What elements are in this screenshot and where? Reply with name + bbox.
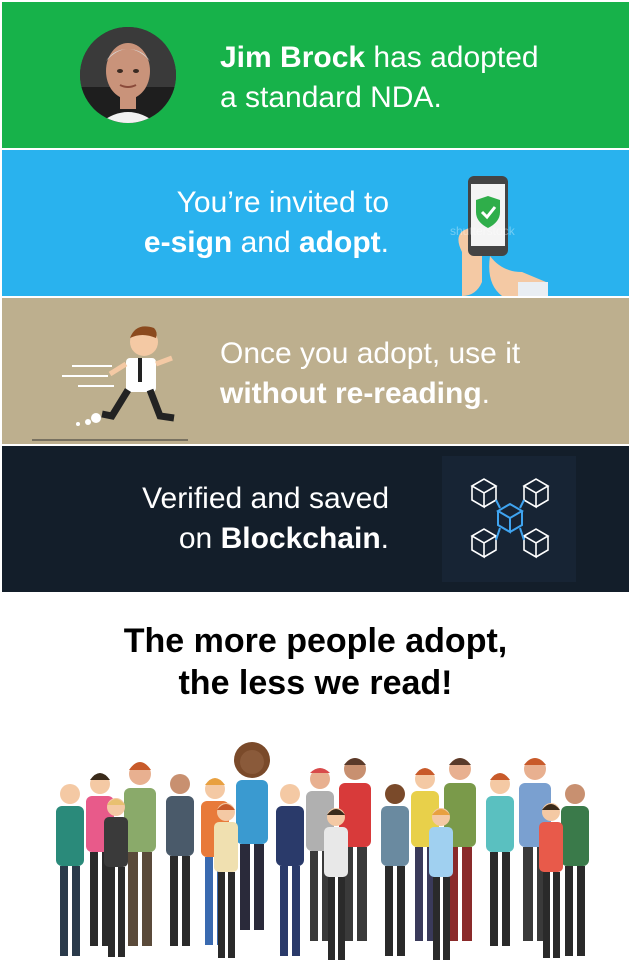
blockchain-line1: Verified and saved [142,482,389,515]
blockchain-period: . [380,522,389,555]
running-man-icon [32,326,188,441]
blockchain-cubes-icon [442,456,576,582]
blockchain-on: on [178,522,221,555]
invite-and: and [232,226,299,259]
panel-reuse: Once you adopt, use it without re-readin… [2,298,629,444]
reuse-bold: without re-reading [220,377,482,410]
adopt-word: adopt [299,226,381,259]
panel-invite: You’re invited to e-sign and adopt. shut… [2,150,629,296]
panel-blockchain: Verified and saved on Blockchain. [2,446,629,592]
blockchain-word: Blockchain [220,522,381,555]
esign-word: e-sign [143,226,233,259]
panel-adopted: Jim Brock has adopted a standard NDA. [2,2,629,148]
headline-line1: The more people adopt, [123,622,508,660]
watermark: shutterstock [450,224,515,238]
adopted-text: Jim Brock has adopted a standard NDA. [220,38,539,118]
invite-text: You’re invited to e-sign and adopt. [144,183,389,263]
reuse-period: . [481,377,491,410]
user-name: Jim Brock [220,41,366,74]
adopted-line2: a standard NDA. [220,81,442,114]
blockchain-text: Verified and saved on Blockchain. [142,479,389,559]
avatar-photo [80,27,176,123]
crowd-illustration [56,742,589,960]
avatar [80,27,176,123]
headline-line2: the less we read! [178,664,453,702]
invite-period: . [380,226,389,259]
reuse-line1: Once you adopt, use it [220,337,521,370]
reuse-text: Once you adopt, use it without re-readin… [220,334,520,414]
invite-line1: You’re invited to [176,186,389,219]
adopted-line1: has adopted [365,41,539,74]
headline: The more people adopt, the less we read! [0,620,631,704]
